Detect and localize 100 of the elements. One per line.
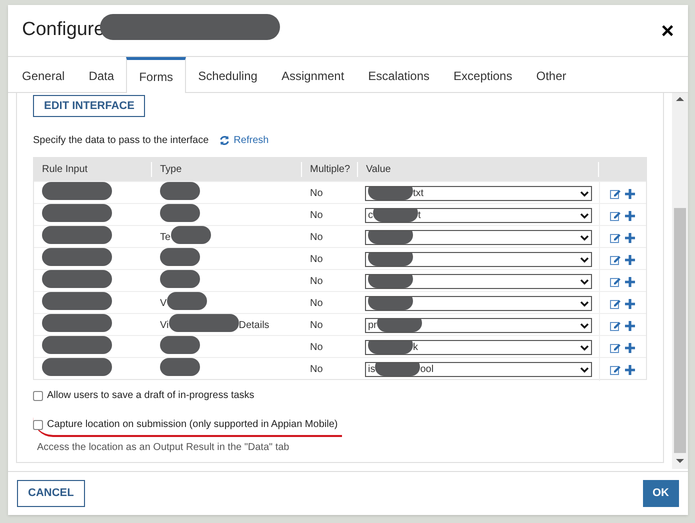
redaction-mark [373, 209, 418, 222]
tab[interactable]: Scheduling [186, 57, 270, 92]
tab[interactable]: Assignment [269, 57, 356, 92]
edit-icon[interactable] [610, 232, 621, 243]
caret-icon [580, 234, 589, 241]
cell-text: is [368, 363, 376, 376]
cell-text: k [413, 341, 418, 354]
redaction-mark [160, 204, 200, 222]
caret-icon [580, 322, 589, 329]
edit-icon[interactable] [610, 210, 621, 221]
tab[interactable]: Other [524, 57, 578, 92]
add-icon[interactable] [625, 298, 635, 309]
table-cell-text: No [309, 231, 324, 246]
redaction-mark [368, 297, 413, 310]
caret-icon [580, 278, 589, 285]
redaction-mark [368, 275, 413, 288]
table-cell-text: No [309, 297, 324, 312]
cell-text: txt [413, 187, 424, 200]
edit-icon[interactable] [610, 364, 621, 375]
edit-icon[interactable] [610, 254, 621, 265]
checkbox[interactable] [33, 420, 43, 430]
redaction-mark [368, 253, 413, 266]
add-icon[interactable] [625, 188, 635, 199]
tab[interactable]: Exceptions [442, 57, 524, 92]
value-dropdown[interactable] [365, 274, 592, 290]
add-icon[interactable] [625, 210, 635, 221]
table-cell-text: No [309, 187, 324, 202]
value-dropdown[interactable]: txt [365, 186, 592, 202]
refresh-icon [218, 135, 230, 146]
cell-text: Vi [160, 319, 169, 334]
redaction-mark [42, 292, 112, 310]
caret-icon [580, 344, 589, 351]
cell-text: pr [368, 319, 377, 332]
table-cell-text: No [309, 363, 324, 378]
value-dropdown[interactable] [365, 252, 592, 268]
caret-icon [580, 190, 589, 197]
edit-icon[interactable] [610, 342, 621, 353]
caret-icon [580, 256, 589, 263]
cell-text: t [418, 209, 421, 222]
dialog-title: Configure [22, 18, 104, 42]
value-dropdown[interactable]: is ool [365, 362, 592, 378]
caret-icon [580, 212, 589, 219]
tab[interactable]: Forms [126, 57, 186, 93]
table-cell-text: No [309, 253, 324, 268]
redaction-mark [368, 231, 413, 244]
redaction-mark [368, 341, 413, 354]
edit-interface-button[interactable]: EDIT INTERFACE [33, 95, 146, 118]
redaction-mark [168, 314, 239, 332]
add-icon[interactable] [625, 254, 635, 265]
cell-text: Details [238, 319, 270, 334]
cancel-button[interactable]: CANCEL [17, 480, 85, 507]
redaction-mark [368, 187, 413, 200]
caret-icon [580, 366, 589, 373]
redaction-mark [42, 358, 112, 376]
add-icon[interactable] [625, 364, 635, 375]
column-header: Value [358, 162, 599, 178]
tab[interactable]: General [10, 57, 77, 92]
edit-icon[interactable] [610, 298, 621, 309]
redaction-mark [160, 270, 200, 288]
cell-text: ool [420, 363, 434, 376]
add-icon[interactable] [625, 320, 635, 331]
instruction-text: Specify the data to pass to the interface [33, 134, 209, 148]
edit-icon[interactable] [610, 320, 621, 331]
add-icon[interactable] [625, 232, 635, 243]
redaction-mark [42, 336, 112, 354]
refresh-link[interactable]: Refresh [218, 133, 269, 148]
checkbox-label: Capture location on submission (only supported in Appian Mobile) [47, 418, 338, 432]
hint-text: Access the location as an Output Result in the "Data" tab [37, 441, 290, 456]
redaction-mark [42, 314, 112, 332]
redaction-mark [160, 248, 200, 266]
add-icon[interactable] [625, 276, 635, 287]
edit-icon[interactable] [610, 276, 621, 287]
checkbox-label: Allow users to save a draft of in-progress tasks [47, 389, 254, 404]
value-dropdown[interactable]: k [365, 340, 592, 356]
redaction-mark [42, 248, 112, 266]
checkbox[interactable] [33, 390, 43, 401]
cell-text: V [160, 297, 167, 312]
tab[interactable]: Data [76, 57, 126, 92]
redaction-mark [160, 336, 200, 354]
edit-icon[interactable] [610, 188, 621, 199]
table-cell-text: No [309, 341, 324, 356]
tab[interactable]: Escalations [356, 57, 442, 92]
column-header: Multiple? [302, 162, 358, 178]
redaction-mark [166, 292, 207, 310]
redaction-mark [42, 226, 112, 244]
redaction-mark [42, 270, 112, 288]
column-header: Rule Input [34, 162, 152, 178]
close-button[interactable]: × [661, 14, 674, 47]
table-cell-text: No [309, 275, 324, 290]
column-header: Type [152, 162, 302, 178]
cell-text: c [368, 209, 373, 222]
table-cell-text: No [309, 319, 324, 334]
value-dropdown[interactable]: c t [365, 208, 592, 224]
value-dropdown[interactable] [365, 296, 592, 312]
table-cell-text: No [309, 209, 324, 224]
ok-button[interactable]: OK [642, 480, 679, 507]
value-dropdown[interactable]: pr [365, 318, 592, 334]
add-icon[interactable] [625, 342, 635, 353]
value-dropdown[interactable] [365, 230, 592, 246]
cell-text: Te [160, 231, 171, 246]
